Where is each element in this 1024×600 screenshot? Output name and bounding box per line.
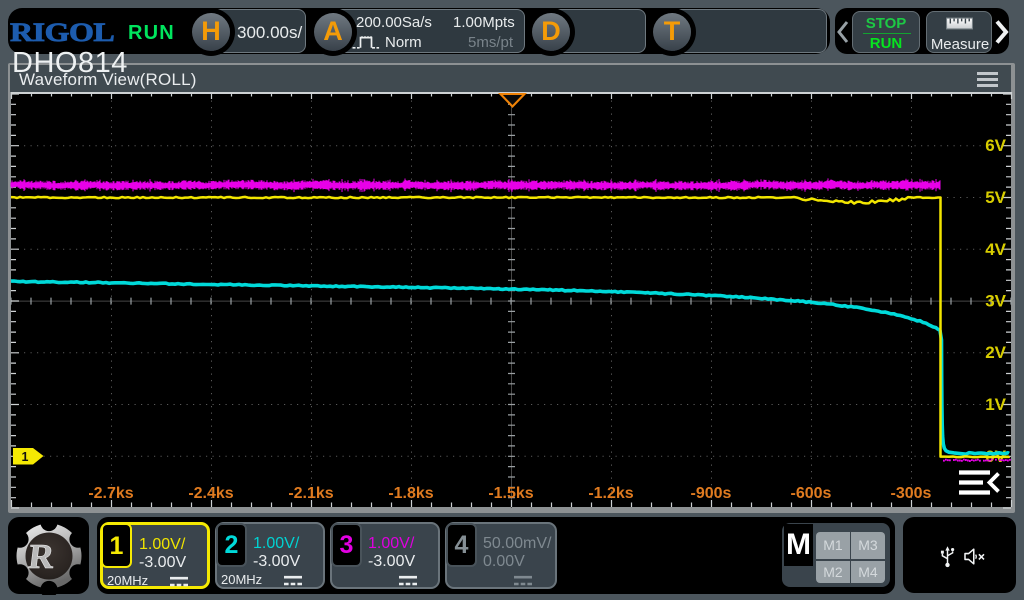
svg-text:-2.4ks: -2.4ks: [188, 485, 233, 502]
svg-text:-900s: -900s: [691, 485, 732, 502]
svg-text:3V: 3V: [985, 292, 1006, 311]
svg-text:-600s: -600s: [791, 485, 832, 502]
svg-text:4V: 4V: [985, 240, 1006, 259]
svg-text:-1.8ks: -1.8ks: [388, 485, 433, 502]
svg-text:1V: 1V: [985, 395, 1006, 414]
svg-text:-300s: -300s: [891, 485, 932, 502]
svg-text:2V: 2V: [985, 343, 1006, 362]
svg-text:5V: 5V: [985, 188, 1006, 207]
svg-text:6V: 6V: [985, 136, 1006, 155]
svg-text:-1.2ks: -1.2ks: [588, 485, 633, 502]
svg-text:-1.5ks: -1.5ks: [488, 485, 533, 502]
svg-text:1: 1: [22, 450, 29, 464]
svg-text:-2.1ks: -2.1ks: [288, 485, 333, 502]
svg-text:-2.7ks: -2.7ks: [88, 485, 133, 502]
